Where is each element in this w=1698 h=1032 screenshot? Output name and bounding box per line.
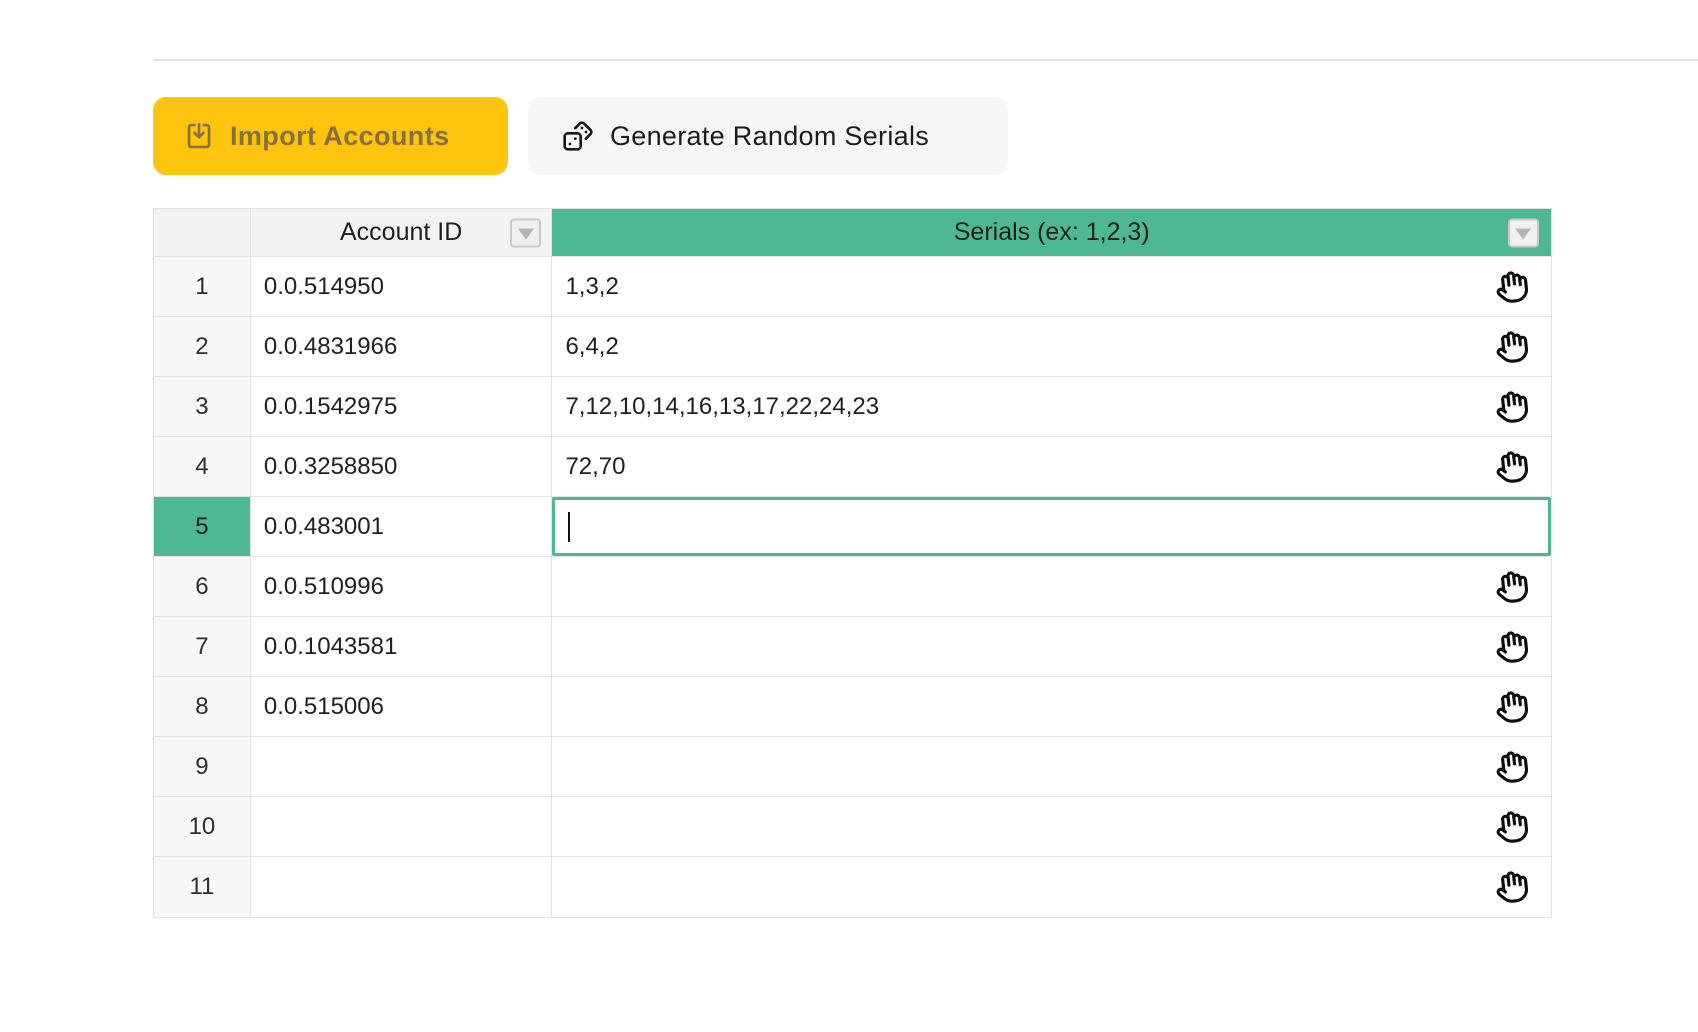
filter-dropdown-triangle-icon: [518, 228, 534, 239]
account-id-cell[interactable]: 0.0.510996: [251, 557, 553, 617]
generate-random-serials-label: Generate Random Serials: [610, 121, 929, 152]
row-number-cell[interactable]: 2: [154, 317, 251, 377]
table-row: 2 0.0.4831966 6,4,2: [154, 317, 1551, 377]
account-id-cell[interactable]: 0.0.4831966: [251, 317, 553, 377]
row-number-cell[interactable]: 1: [154, 257, 251, 317]
table-row: 7 0.0.1043581: [154, 617, 1551, 677]
row-number: 11: [189, 873, 214, 901]
account-id-cell[interactable]: 0.0.1542975: [251, 377, 553, 437]
account-id-cell[interactable]: [251, 857, 553, 917]
table-row: 8 0.0.515006: [154, 677, 1551, 737]
serials-header-label: Serials (ex: 1,2,3): [954, 218, 1150, 247]
serials-cell[interactable]: 1,3,2: [552, 257, 1551, 317]
serials-edit-input[interactable]: [552, 497, 1551, 556]
grab-hand-icon[interactable]: [1493, 628, 1530, 665]
serials-value: 7,12,10,14,16,13,17,22,24,23: [565, 393, 879, 421]
table-header-row: Account ID Serials (ex: 1,2,3): [154, 209, 1551, 257]
row-number-cell[interactable]: 3: [154, 377, 251, 437]
serials-cell[interactable]: [552, 857, 1551, 917]
serials-value: 1,3,2: [565, 273, 618, 301]
account-id-value: 0.0.510996: [264, 573, 384, 601]
row-number: 6: [195, 573, 208, 601]
account-id-cell[interactable]: [251, 797, 553, 857]
table-row: 5 0.0.483001: [154, 497, 1551, 557]
row-number-cell[interactable]: 11: [154, 857, 251, 917]
account-id-cell[interactable]: 0.0.483001: [251, 497, 553, 557]
top-divider: [153, 59, 1698, 61]
accounts-serials-table: Account ID Serials (ex: 1,2,3) 1 0.0.514…: [153, 208, 1552, 918]
table-row: 4 0.0.3258850 72,70: [154, 437, 1551, 497]
serials-cell[interactable]: [552, 617, 1551, 677]
serials-cell[interactable]: [552, 737, 1551, 797]
serials-cell[interactable]: [552, 497, 1551, 557]
row-number-cell[interactable]: 4: [154, 437, 251, 497]
table-row: 11: [154, 857, 1551, 917]
account-id-value: 0.0.483001: [264, 513, 384, 541]
row-number: 8: [195, 693, 208, 721]
row-number-cell[interactable]: 6: [154, 557, 251, 617]
import-tray-arrow-icon: [184, 121, 214, 151]
account-id-header-label: Account ID: [340, 218, 462, 247]
account-id-cell[interactable]: 0.0.514950: [251, 257, 553, 317]
table-row: 3 0.0.1542975 7,12,10,14,16,13,17,22,24,…: [154, 377, 1551, 437]
grab-hand-icon[interactable]: [1493, 868, 1530, 905]
account-id-cell[interactable]: 0.0.515006: [251, 677, 553, 737]
account-id-cell[interactable]: 0.0.3258850: [251, 437, 553, 497]
grab-hand-icon[interactable]: [1493, 688, 1530, 725]
table-row: 1 0.0.514950 1,3,2: [154, 257, 1551, 317]
grab-hand-icon[interactable]: [1493, 328, 1530, 365]
grab-hand-icon[interactable]: [1493, 568, 1530, 605]
serials-cell[interactable]: 7,12,10,14,16,13,17,22,24,23: [552, 377, 1551, 437]
grab-hand-icon[interactable]: [1493, 388, 1530, 425]
serials-cell[interactable]: [552, 677, 1551, 737]
row-number: 5: [195, 513, 208, 541]
row-number-cell[interactable]: 10: [154, 797, 251, 857]
text-caret: [568, 512, 570, 542]
grab-hand-icon[interactable]: [1493, 808, 1530, 845]
table-row: 10: [154, 797, 1551, 857]
table-row: 6 0.0.510996: [154, 557, 1551, 617]
account-id-filter-button[interactable]: [510, 218, 541, 247]
row-number-cell[interactable]: 5: [154, 497, 251, 557]
serials-cell[interactable]: [552, 557, 1551, 617]
generate-random-serials-button[interactable]: Generate Random Serials: [528, 97, 1008, 175]
serials-filter-button[interactable]: [1508, 218, 1539, 247]
serials-value: 6,4,2: [565, 333, 618, 361]
row-number-cell[interactable]: 7: [154, 617, 251, 677]
import-accounts-button[interactable]: Import Accounts: [153, 97, 508, 175]
account-id-value: 0.0.4831966: [264, 333, 397, 361]
account-id-value: 0.0.1043581: [264, 633, 397, 661]
account-id-value: 0.0.514950: [264, 273, 384, 301]
serials-cell[interactable]: 6,4,2: [552, 317, 1551, 377]
account-id-cell[interactable]: [251, 737, 553, 797]
account-id-header-cell: Account ID: [251, 209, 553, 257]
row-number: 1: [195, 273, 208, 301]
serials-cell[interactable]: 72,70: [552, 437, 1551, 497]
row-number: 9: [195, 753, 208, 781]
row-number: 2: [195, 333, 208, 361]
corner-header-cell: [154, 209, 251, 257]
serials-header-cell: Serials (ex: 1,2,3): [552, 209, 1551, 257]
import-accounts-label: Import Accounts: [230, 121, 450, 152]
dices-icon: [562, 120, 594, 152]
account-id-cell[interactable]: 0.0.1043581: [251, 617, 553, 677]
serials-cell[interactable]: [552, 797, 1551, 857]
account-id-value: 0.0.515006: [264, 693, 384, 721]
grab-hand-icon[interactable]: [1493, 448, 1530, 485]
row-number-cell[interactable]: 9: [154, 737, 251, 797]
account-id-value: 0.0.3258850: [264, 453, 397, 481]
table-row: 9: [154, 737, 1551, 797]
row-number: 4: [195, 453, 208, 481]
row-number: 10: [189, 813, 216, 841]
filter-dropdown-triangle-icon: [1515, 228, 1531, 239]
row-number-cell[interactable]: 8: [154, 677, 251, 737]
grab-hand-icon[interactable]: [1493, 268, 1530, 305]
grab-hand-icon[interactable]: [1493, 748, 1530, 785]
serials-value: 72,70: [565, 453, 625, 481]
account-id-value: 0.0.1542975: [264, 393, 397, 421]
row-number: 3: [195, 393, 208, 421]
row-number: 7: [195, 633, 208, 661]
